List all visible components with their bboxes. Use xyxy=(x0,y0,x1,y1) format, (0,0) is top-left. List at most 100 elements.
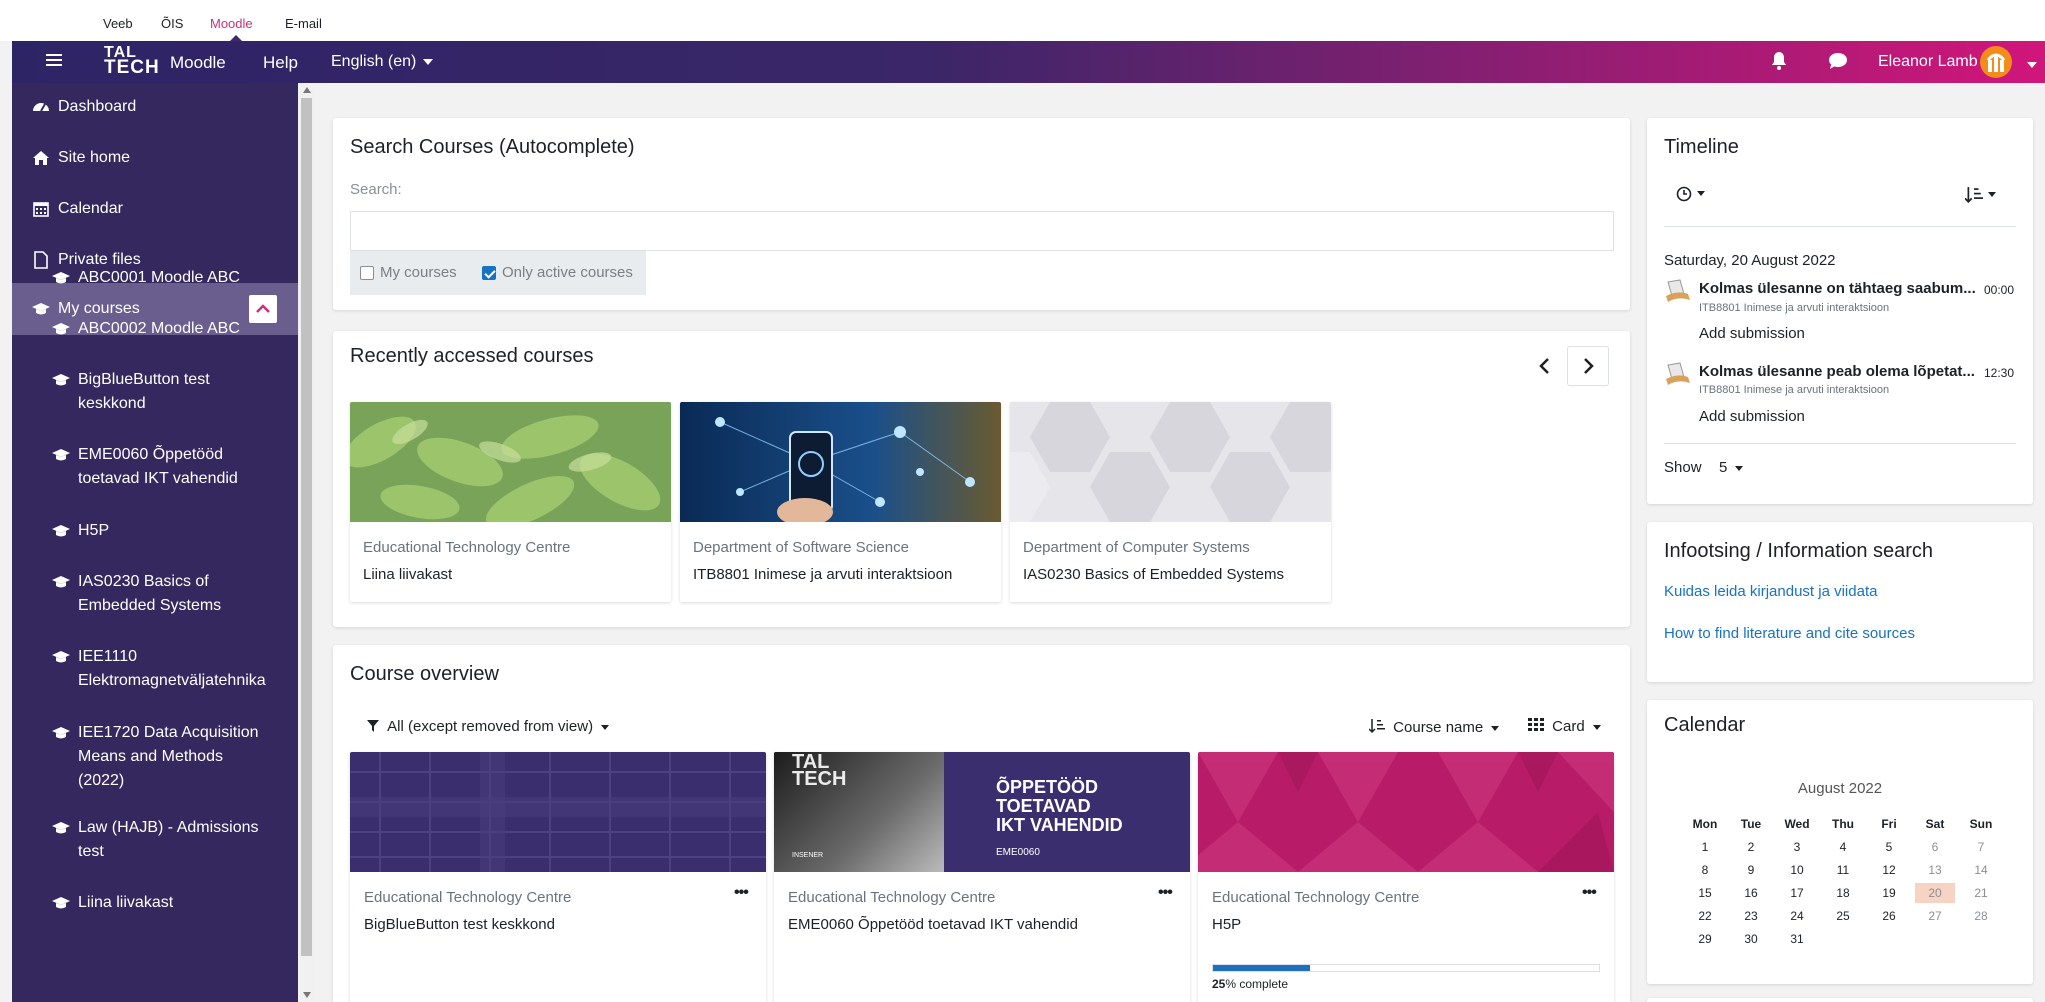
calendar-day[interactable]: 2 xyxy=(1731,837,1771,857)
calendar-day[interactable]: 1 xyxy=(1685,837,1725,857)
user-name[interactable]: Eleanor Lamb xyxy=(1878,53,1978,71)
sidebar-course-item[interactable]: IAS0230 Basics of Embedded Systems xyxy=(52,570,298,618)
top-link-ois[interactable]: ÕIS xyxy=(161,16,183,31)
search-input[interactable] xyxy=(350,211,1614,251)
calendar-today[interactable]: 20 xyxy=(1915,883,1955,903)
course-name-link[interactable]: H5P xyxy=(1212,916,1241,933)
next-button[interactable] xyxy=(1567,346,1609,386)
sidebar-course-item[interactable]: Law (HAJB) - Admissions test xyxy=(52,816,298,864)
calendar-day[interactable]: 31 xyxy=(1777,929,1817,949)
calendar-day[interactable]: 17 xyxy=(1777,883,1817,903)
calendar-day[interactable]: 23 xyxy=(1731,906,1771,926)
course-actions-menu-icon[interactable]: ••• xyxy=(1158,884,1173,902)
notification-bell-icon[interactable] xyxy=(1771,51,1787,71)
calendar-day[interactable]: 29 xyxy=(1685,929,1725,949)
sidebar-course-item[interactable]: BigBlueButton test keskkond xyxy=(52,368,298,416)
calendar-day[interactable]: 27 xyxy=(1915,906,1955,926)
literature-link-en[interactable]: How to find literature and cite sources xyxy=(1664,625,1915,642)
course-actions-menu-icon[interactable]: ••• xyxy=(734,884,749,902)
calendar-day[interactable]: 30 xyxy=(1731,929,1771,949)
sidebar-item-site-home[interactable]: Site home xyxy=(32,146,298,170)
course-actions-menu-icon[interactable]: ••• xyxy=(1582,884,1597,902)
timeline-event-title[interactable]: Kolmas ülesanne peab olema lõpetat... xyxy=(1699,363,1975,380)
information-search-title: Infootsing / Information search xyxy=(1664,540,1934,562)
literature-link-et[interactable]: Kuidas leida kirjandust ja viidata xyxy=(1664,583,1877,600)
hamburger-menu-icon[interactable] xyxy=(46,52,62,72)
sidebar-item-calendar[interactable]: Calendar xyxy=(32,197,298,221)
previous-button[interactable] xyxy=(1524,346,1566,386)
calendar-day[interactable]: 24 xyxy=(1777,906,1817,926)
sidebar-course-item[interactable]: ABC0001 Moodle ABC xyxy=(52,266,298,290)
calendar-day[interactable]: 3 xyxy=(1777,837,1817,857)
scroll-down-arrow-icon[interactable] xyxy=(303,992,311,998)
calendar-day[interactable]: 14 xyxy=(1961,860,2001,880)
calendar-day[interactable]: 7 xyxy=(1961,837,2001,857)
recent-course-card[interactable]: Department of Software Science ITB8801 I… xyxy=(680,402,1001,602)
top-link-veeb[interactable]: Veeb xyxy=(103,16,133,31)
sort-dropdown[interactable]: Course name xyxy=(1368,718,1500,736)
language-menu[interactable]: English (en) xyxy=(331,53,434,71)
sidebar-course-item[interactable]: IEE1720 Data Acquisition Means and Method… xyxy=(52,721,298,793)
user-menu-caret[interactable] xyxy=(2020,56,2037,74)
grouping-filter-dropdown[interactable]: All (except removed from view) xyxy=(367,718,610,735)
add-submission-link[interactable]: Add submission xyxy=(1699,325,1805,342)
timeline-day-filter[interactable] xyxy=(1676,186,1705,207)
top-navbar: TAL TECH Moodle Help English (en) Eleano… xyxy=(12,41,2045,83)
overview-course-card[interactable]: Educational Technology Centre ••• BigBlu… xyxy=(350,752,766,1002)
calendar-day[interactable]: 9 xyxy=(1731,860,1771,880)
sidebar-course-item[interactable]: ABC0002 Moodle ABC xyxy=(52,317,298,341)
only-active-courses-label[interactable]: Only active courses xyxy=(502,264,633,281)
calendar-day[interactable]: 26 xyxy=(1869,906,1909,926)
top-link-moodle[interactable]: Moodle xyxy=(210,16,253,31)
course-name-link[interactable]: BigBlueButton test keskkond xyxy=(364,916,555,933)
timeline-sort-dropdown[interactable] xyxy=(1964,186,1996,209)
calendar-day[interactable]: 15 xyxy=(1685,883,1725,903)
calendar-day[interactable]: 10 xyxy=(1777,860,1817,880)
timeline-event-title[interactable]: Kolmas ülesanne on tähtaeg saabum... xyxy=(1699,280,1976,297)
top-link-email[interactable]: E-mail xyxy=(285,16,322,31)
help-link[interactable]: Help xyxy=(263,53,298,73)
show-count-dropdown[interactable]: 5 xyxy=(1719,459,1744,476)
calendar-day-header: Thu xyxy=(1832,817,1854,831)
view-dropdown[interactable]: Card xyxy=(1528,718,1601,735)
calendar-day[interactable]: 28 xyxy=(1961,906,2001,926)
taltech-logo[interactable]: TAL TECH xyxy=(104,45,160,78)
calendar-day[interactable]: 4 xyxy=(1823,837,1863,857)
overview-course-card[interactable]: Educational Technology Centre ••• H5P 25… xyxy=(1198,752,1614,1002)
scroll-up-arrow-icon[interactable] xyxy=(303,87,311,93)
recent-course-card[interactable]: Educational Technology Centre Liina liiv… xyxy=(350,402,671,602)
sidebar-scrollbar[interactable] xyxy=(298,83,315,1002)
calendar-day[interactable]: 25 xyxy=(1823,906,1863,926)
sidebar-course-item[interactable]: Liina liivakast xyxy=(52,891,298,915)
course-name-link[interactable]: EME0060 Õppetööd toetavad IKT vahendid xyxy=(788,916,1078,933)
my-courses-checkbox[interactable] xyxy=(360,266,374,280)
sidebar-course-item[interactable]: H5P xyxy=(52,519,298,543)
sidebar-course-item[interactable]: EME0060 Õppetööd toetavad IKT vahendid xyxy=(52,443,298,491)
my-courses-label[interactable]: My courses xyxy=(380,264,457,281)
sidebar-course-item[interactable]: IEE1110 Elektromagnetväljatehnika xyxy=(52,645,298,693)
sidebar-item-dashboard[interactable]: Dashboard xyxy=(32,95,298,119)
calendar-day[interactable]: 19 xyxy=(1869,883,1909,903)
scrollbar-thumb[interactable] xyxy=(301,98,312,956)
user-avatar[interactable] xyxy=(1980,46,2012,78)
calendar-day[interactable]: 6 xyxy=(1915,837,1955,857)
course-name-link[interactable]: ITB8801 Inimese ja arvuti interaktsioon xyxy=(693,566,952,583)
only-active-courses-checkbox[interactable] xyxy=(482,266,496,280)
brand-moodle-link[interactable]: Moodle xyxy=(170,53,226,73)
calendar-day[interactable]: 16 xyxy=(1731,883,1771,903)
recent-course-card[interactable]: Department of Computer Systems IAS0230 B… xyxy=(1010,402,1331,602)
calendar-day[interactable]: 21 xyxy=(1961,883,2001,903)
messages-chat-icon[interactable] xyxy=(1828,52,1848,70)
add-submission-link[interactable]: Add submission xyxy=(1699,408,1805,425)
calendar-day[interactable]: 12 xyxy=(1869,860,1909,880)
overview-course-card[interactable]: TAL TECH INSENER ÕPPETÖÖD TOETAVAD IKT V… xyxy=(774,752,1190,1002)
sidebar-course-line1: H5P xyxy=(78,522,110,539)
course-name-link[interactable]: IAS0230 Basics of Embedded Systems xyxy=(1023,566,1284,583)
calendar-day[interactable]: 18 xyxy=(1823,883,1863,903)
calendar-day[interactable]: 11 xyxy=(1823,860,1863,880)
course-name-link[interactable]: Liina liivakast xyxy=(363,566,452,583)
calendar-day[interactable]: 13 xyxy=(1915,860,1955,880)
calendar-day[interactable]: 22 xyxy=(1685,906,1725,926)
calendar-day[interactable]: 5 xyxy=(1869,837,1909,857)
calendar-day[interactable]: 8 xyxy=(1685,860,1725,880)
